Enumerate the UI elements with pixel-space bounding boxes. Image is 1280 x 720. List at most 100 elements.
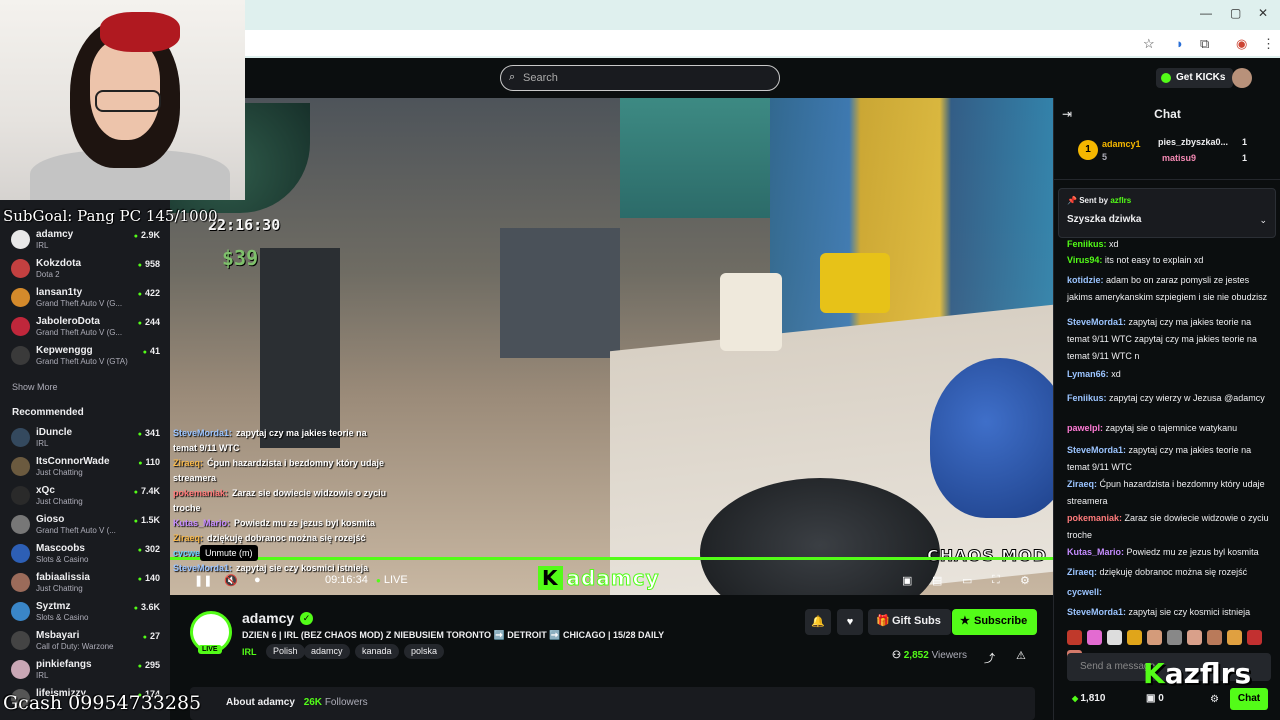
extension-icon[interactable]: ◗ [1176, 36, 1184, 51]
chat-username[interactable]: pawelpl: [1067, 423, 1103, 433]
sidebar-item-mascoobs[interactable]: MascoobsSlots & Casino 302 [0, 540, 170, 569]
chat-username[interactable]: Ziraeq: [1067, 479, 1097, 489]
chevron-down-icon[interactable]: ⌄ [1259, 215, 1267, 226]
tag-chip[interactable]: Polish [266, 644, 305, 659]
emote-icon[interactable] [1147, 630, 1162, 645]
chat-username[interactable]: Feniikus: [1067, 393, 1107, 403]
emote-icon[interactable] [1087, 630, 1102, 645]
channel-avatar[interactable] [11, 660, 30, 679]
sidebar-item-kepwenggg[interactable]: KepwengggGrand Theft Auto V (GTA) 41 [0, 342, 170, 371]
pinned-sender-name[interactable]: azflrs [1110, 196, 1131, 205]
emote-icon[interactable] [1187, 630, 1202, 645]
pip-icon[interactable]: ▭ [962, 574, 972, 587]
volume-slider-knob[interactable]: ● [254, 574, 261, 586]
gifter-name[interactable]: matisu9 [1162, 153, 1196, 163]
fullscreen-icon[interactable]: ⛶ [992, 574, 1000, 587]
gift-subs-button[interactable]: 🎁 Gift Subs [868, 609, 951, 635]
channel-avatar[interactable] [11, 602, 30, 621]
sidebar-item-syztmz[interactable]: SyztmzSlots & Casino 3.6K [0, 598, 170, 627]
subscribe-button[interactable]: ★ Subscribe [952, 609, 1038, 635]
sidebar-item-pinkiefangs[interactable]: pinkiefangsIRL 295 [0, 656, 170, 685]
sidebar-item-adamcy[interactable]: adamcyIRL 2.9K [0, 226, 170, 255]
channel-avatar[interactable] [11, 259, 30, 278]
sidebar-item-gioso[interactable]: GiosoGrand Theft Auto V (... 1.5K [0, 511, 170, 540]
sidebar-item-iduncle[interactable]: iDuncleIRL 341 [0, 424, 170, 453]
channel-avatar[interactable] [11, 631, 30, 650]
puzzle-icon[interactable]: ⧉ [1200, 36, 1209, 52]
chat-username[interactable]: Virus94: [1067, 255, 1102, 265]
channel-avatar[interactable] [11, 230, 30, 249]
search-input[interactable]: ⌕ Search [500, 65, 780, 91]
notification-bell-icon[interactable]: 🔔 [805, 609, 831, 635]
gifter-name[interactable]: adamcy1 [1102, 139, 1141, 149]
bookmark-star-icon[interactable]: ☆ [1143, 36, 1155, 52]
emote-icon[interactable] [1127, 630, 1142, 645]
pause-icon[interactable]: ❚❚ [194, 574, 212, 587]
chat-username[interactable]: SteveMorda1: [1067, 445, 1126, 455]
channel-avatar[interactable] [11, 486, 30, 505]
sidebar-item-itsconnorwade[interactable]: ItsConnorWadeJust Chatting 110 [0, 453, 170, 482]
chat-username[interactable]: kotidzie: [1067, 275, 1104, 285]
gift-count[interactable]: ▣ 0 [1146, 693, 1164, 704]
sidebar-item-xqc[interactable]: xQcJust Chatting 7.4K [0, 482, 170, 511]
channel-name[interactable]: adamcy [242, 610, 294, 626]
show-more-button[interactable]: Show More [12, 382, 58, 392]
sidebar-item-jabolerodota[interactable]: JaboleroDotaGrand Theft Auto V (G... 244 [0, 313, 170, 342]
emote-icon[interactable] [1227, 630, 1242, 645]
verified-icon: ✓ [300, 612, 313, 625]
close-icon[interactable]: ✕ [1258, 6, 1268, 20]
category-link[interactable]: IRL [242, 647, 257, 657]
about-section[interactable]: About adamcy 26K Followers [190, 687, 1035, 720]
sidebar-item-lansan1ty[interactable]: lansan1tyGrand Theft Auto V (G... 422 [0, 284, 170, 313]
chat-username[interactable]: Ziraeq: [1067, 567, 1097, 577]
gifter-name[interactable]: pies_zbyszka0... [1158, 137, 1228, 147]
channel-avatar[interactable] [11, 457, 30, 476]
mute-icon[interactable]: 🔇 [224, 574, 238, 587]
live-indicator[interactable]: LIVE [376, 574, 408, 586]
webcam-glasses [95, 90, 161, 112]
send-chat-button[interactable]: Chat [1230, 688, 1268, 710]
chat-username[interactable]: Lyman66: [1067, 369, 1109, 379]
clip-icon[interactable]: ▣ [902, 574, 912, 587]
chat-username[interactable]: Kutas_Mario: [1067, 547, 1124, 557]
tag-chip[interactable]: polska [404, 644, 445, 659]
chat-settings-icon[interactable]: ⚙ [1210, 694, 1219, 705]
channel-avatar[interactable] [11, 515, 30, 534]
channel-avatar[interactable] [11, 573, 30, 592]
chat-username[interactable]: Feniikus: [1067, 239, 1107, 249]
emote-icon[interactable] [1207, 630, 1222, 645]
chat-username[interactable]: SteveMorda1: [1067, 607, 1126, 617]
sidebar-item-fabiaalissia[interactable]: fabiaalissiaJust Chatting 140 [0, 569, 170, 598]
progress-bar[interactable] [170, 557, 1053, 560]
channel-avatar[interactable] [11, 346, 30, 365]
sidebar-item-kokzdota[interactable]: KokzdotaDota 2 958 [0, 255, 170, 284]
emote-icon[interactable] [1247, 630, 1262, 645]
pinned-message[interactable]: 📌 Sent by azflrs Szyszka dziwka ⌄ [1058, 188, 1276, 238]
maximize-icon[interactable]: ▢ [1230, 6, 1241, 20]
browser-menu-icon[interactable]: ⋮ [1262, 36, 1275, 52]
sidebar-item-msbayari[interactable]: MsbayariCall of Duty: Warzone 27 [0, 627, 170, 656]
chat-username[interactable]: pokemaniak: [1067, 513, 1122, 523]
emote-icon[interactable] [1107, 630, 1122, 645]
follow-heart-icon[interactable]: ♥ [837, 609, 863, 635]
get-kicks-button[interactable]: Get KICKs [1156, 68, 1234, 88]
video-player[interactable]: 22:16:30 $39 SteveMorda1: zapytaj czy ma … [170, 98, 1053, 595]
channel-avatar[interactable] [11, 544, 30, 563]
report-icon[interactable]: ⚠ [1016, 649, 1026, 662]
theater-icon[interactable]: ▤ [932, 574, 942, 587]
channel-avatar[interactable] [11, 317, 30, 336]
chat-username[interactable]: cycwell: [1067, 587, 1102, 597]
emote-icon[interactable] [1067, 630, 1082, 645]
tag-chip[interactable]: adamcy [304, 644, 350, 659]
settings-icon[interactable]: ⚙ [1020, 574, 1030, 587]
channel-avatar[interactable] [11, 288, 30, 307]
emote-icon[interactable] [1167, 630, 1182, 645]
minimize-icon[interactable]: — [1200, 6, 1212, 20]
tag-chip[interactable]: kanada [355, 644, 399, 659]
profile-extension-icon[interactable]: ◉ [1236, 36, 1247, 52]
channel-avatar[interactable] [11, 428, 30, 447]
share-icon[interactable]: ⤴ [984, 650, 995, 666]
chat-username[interactable]: SteveMorda1: [1067, 317, 1126, 327]
user-avatar[interactable] [1232, 68, 1252, 88]
channel-points[interactable]: 1,810 [1072, 693, 1105, 704]
